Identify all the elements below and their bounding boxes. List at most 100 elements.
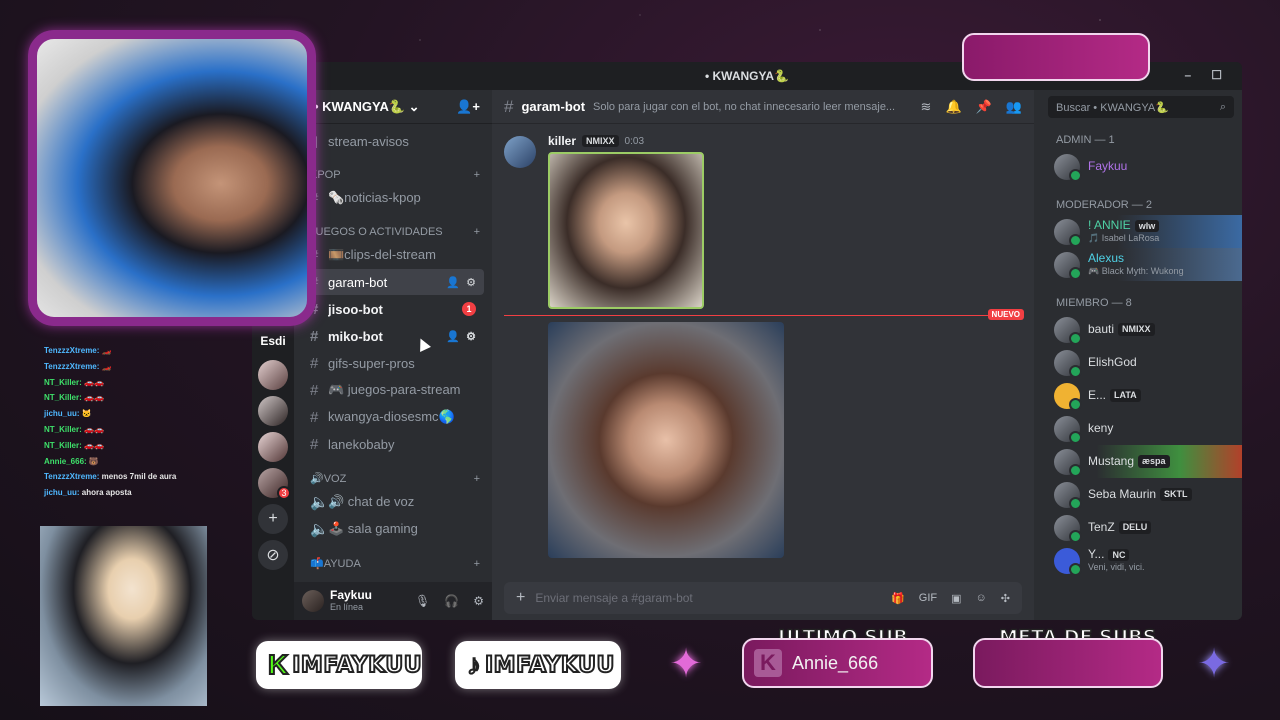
kick-logo-icon: K xyxy=(267,648,289,681)
add-channel-icon[interactable]: + xyxy=(474,473,480,485)
search-icon: ⌕ xyxy=(1219,100,1226,113)
server-icon[interactable] xyxy=(258,396,288,426)
members-icon[interactable]: 👥 xyxy=(1006,99,1022,115)
chat-line: NT_Killer: 🚗🚗 xyxy=(44,393,104,403)
meta-subs-box xyxy=(973,638,1163,688)
gear-icon[interactable]: ⚙ xyxy=(466,276,476,289)
threads-icon[interactable]: ≋ xyxy=(921,99,932,115)
channel-header: # garam-bot Solo para jugar con el bot, … xyxy=(492,90,1034,124)
member-item[interactable]: Faykuu xyxy=(1034,150,1242,183)
invite-icon[interactable]: 👤 xyxy=(446,330,460,343)
voice-channel-chat-de-voz[interactable]: 🔈 🔊 chat de voz xyxy=(302,489,484,515)
channel-miko-bot[interactable]: # miko-bot 👤 ⚙ xyxy=(302,323,484,349)
avatar[interactable] xyxy=(302,590,324,612)
search-input[interactable]: Buscar • KWANGYA🐍 ⌕ xyxy=(1048,96,1234,118)
channel-lanekobaby[interactable]: # lanekobaby xyxy=(302,431,484,457)
channel-title: garam-bot xyxy=(521,99,586,114)
channel-topic[interactable]: Solo para jugar con el bot, no chat inne… xyxy=(593,101,913,113)
member-group-title: MIEMBRO — 8 xyxy=(1056,297,1132,309)
message-composer[interactable]: + Enviar mensaje a #garam-bot 🎁 GIF ▣ ☺ … xyxy=(504,582,1022,614)
webcam-frame xyxy=(28,30,316,326)
chat-line: NT_Killer: 🚗🚗 xyxy=(44,377,104,387)
channel-gifs-super-pros[interactable]: # gifs-super-pros xyxy=(302,350,484,376)
server-icon[interactable]: 3 xyxy=(258,468,291,500)
channel-jisoo-bot[interactable]: #jisoo-bot1 xyxy=(302,296,484,322)
voice-channel-sala-gaming[interactable]: 🔈 🕹️ sala gaming xyxy=(302,516,484,542)
emoji-icon[interactable]: ☺ xyxy=(976,592,987,605)
message-image[interactable] xyxy=(548,152,704,309)
minimize-button[interactable]: – xyxy=(1185,68,1192,82)
chat-line: TenzzzXtreme: menos 7mil de aura xyxy=(44,472,177,482)
message-author[interactable]: killer xyxy=(548,134,576,148)
headphones-icon[interactable]: 🎧 xyxy=(444,594,459,608)
last-sub-box: K Annie_666 xyxy=(742,638,933,688)
channel-garam-bot[interactable]: #garam-bot👤⚙ xyxy=(302,269,484,295)
hash-icon: # xyxy=(504,96,514,116)
avatar xyxy=(1054,316,1082,345)
avatar[interactable] xyxy=(504,136,536,168)
member-item[interactable]: ! ANNIE wlw 🎵 Isabel LaRosa xyxy=(1034,215,1242,248)
chat-line: jichu_uu: ahora aposta xyxy=(44,488,132,498)
member-item[interactable]: Mustang æspa xyxy=(1034,445,1242,478)
gift-icon[interactable]: 🎁 xyxy=(891,592,905,605)
channel-stream-avisos[interactable]: ▯stream-avisos xyxy=(302,128,484,154)
member-activity: 🎵 Isabel LaRosa xyxy=(1088,233,1160,244)
server-icon[interactable] xyxy=(258,432,288,462)
message-input[interactable]: Enviar mensaje a #garam-bot xyxy=(535,591,881,605)
explore-servers-icon[interactable]: ⊘ xyxy=(258,540,288,570)
kick-handle-badge: K IMFAYKUU xyxy=(256,641,423,689)
member-item[interactable]: Y... NC Veni, vidi, vici. xyxy=(1034,544,1242,577)
category-kpop[interactable]: KPOP + xyxy=(302,155,484,185)
mention-badge: 3 xyxy=(277,486,291,500)
message-image[interactable] xyxy=(548,322,784,558)
gif-button[interactable]: GIF xyxy=(919,592,937,605)
gear-icon[interactable]: ⚙ xyxy=(473,594,484,608)
member-item[interactable]: TenZ DELU xyxy=(1034,511,1242,544)
chat-line: TenzzzXtreme: 🏎️ xyxy=(44,361,112,371)
server-header[interactable]: • KWANGYA🐍 ⌄ 👤+ xyxy=(294,90,492,124)
chat-line: NT_Killer: 🚗🚗 xyxy=(44,424,104,434)
avatar xyxy=(1054,382,1082,411)
speaker-icon: 🔈 xyxy=(310,521,329,538)
gear-icon[interactable]: ⚙ xyxy=(466,330,476,343)
channel-clips-del-stream[interactable]: #🎞️clips-del-stream xyxy=(302,242,484,268)
avatar xyxy=(1054,349,1082,378)
apps-icon[interactable]: ✣ xyxy=(1001,592,1010,605)
add-server-button[interactable]: + xyxy=(258,504,288,534)
member-item[interactable]: bauti NMIXX xyxy=(1034,313,1242,346)
member-item[interactable]: E... LATA xyxy=(1034,379,1242,412)
invite-icon[interactable]: 👤 xyxy=(446,276,460,289)
member-item[interactable]: ElishGod xyxy=(1034,346,1242,379)
star-icon: ✦ xyxy=(669,642,703,686)
member-item[interactable]: Alexus 🎮 Black Myth: Wukong xyxy=(1034,248,1242,281)
channel-noticias-kpop[interactable]: #🗞️noticias-kpop xyxy=(302,185,484,211)
channel-kwangya-diosesmc[interactable]: # kwangya-diosesmc🌎 xyxy=(302,404,484,430)
channel-juegos-para-stream[interactable]: # 🎮 juegos-para-stream xyxy=(302,377,484,403)
hash-icon: # xyxy=(310,354,319,372)
user-panel: Faykuu En línea 🎙 🎧 ⚙ xyxy=(294,582,492,620)
rail-folder-label[interactable]: Esdi xyxy=(260,334,285,348)
server-tag: NC xyxy=(1108,549,1130,562)
category-juegos[interactable]: JUEGOS O ACTIVIDADES + xyxy=(302,212,484,242)
add-channel-icon[interactable]: + xyxy=(474,169,480,181)
member-group-title: ADMIN — 1 xyxy=(1056,134,1115,146)
add-channel-icon[interactable]: + xyxy=(474,226,480,238)
tiktok-handle-badge: ♪ IMFAYKUU xyxy=(455,641,621,689)
server-icon[interactable] xyxy=(258,360,288,390)
member-item[interactable]: Seba Maurin SKTL xyxy=(1034,478,1242,511)
member-item[interactable]: keny xyxy=(1034,412,1242,445)
category-voz[interactable]: 🔊VOZ + xyxy=(302,458,484,489)
invite-people-icon[interactable]: 👤+ xyxy=(456,99,480,115)
bell-icon[interactable]: 🔔 xyxy=(945,99,961,115)
chat-line: Annie_666: 🐻 xyxy=(44,456,99,466)
avatar xyxy=(1054,415,1082,444)
sticker-icon[interactable]: ▣ xyxy=(951,592,961,605)
add-channel-icon[interactable]: + xyxy=(474,558,480,570)
maximize-button[interactable]: ☐ xyxy=(1211,68,1222,82)
microphone-icon[interactable]: 🎙 xyxy=(415,594,430,608)
attach-plus-icon[interactable]: + xyxy=(516,589,525,607)
server-tag: wlw xyxy=(1134,220,1160,233)
pin-icon[interactable]: 📌 xyxy=(976,99,992,115)
category-ayuda[interactable]: 📫AYUDA + xyxy=(302,543,484,574)
window-title: • KWANGYA🐍 xyxy=(704,69,790,83)
